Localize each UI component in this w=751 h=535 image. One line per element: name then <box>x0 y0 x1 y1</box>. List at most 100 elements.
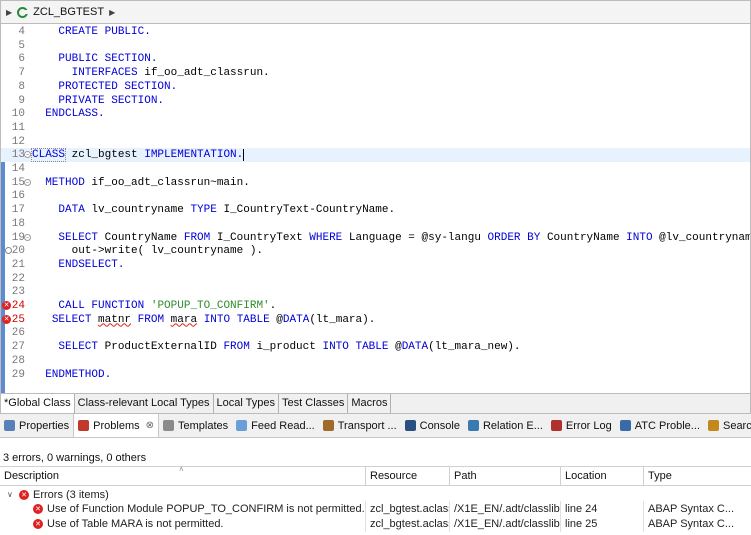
code-text: out->write( lv_countryname ). <box>32 244 263 258</box>
code-token: matnr <box>98 313 132 326</box>
view-tab[interactable]: Error Log <box>547 414 616 437</box>
table-row[interactable]: ✕ Use of Table MARA is not permitted. zc… <box>0 516 751 532</box>
code-token: ENDMETHOD. <box>45 368 112 381</box>
code-line[interactable]: 13– CLASS zcl_bgtest IMPLEMENTATION. <box>1 148 750 163</box>
problem-description: Use of Table MARA is not permitted. <box>47 518 224 530</box>
code-token: CountryName <box>540 231 627 244</box>
line-number: 23 <box>11 286 25 299</box>
breadcrumb-next-arrow-icon[interactable]: ▶ <box>109 8 115 17</box>
view-tab[interactable]: Templates <box>159 414 232 437</box>
code-line[interactable]: 29 ENDMETHOD. <box>1 368 750 382</box>
column-path[interactable]: Path <box>450 467 561 486</box>
code-token: IMPLEMENTATION. <box>144 149 245 162</box>
code-token: (lt_mara_new). <box>428 341 521 354</box>
code-line[interactable]: ✕ 25 SELECT matnr FROM mara INTO TABLE @D… <box>1 313 750 327</box>
editor-tab[interactable]: Macros <box>348 394 392 413</box>
view-tab[interactable]: Search <box>704 414 751 437</box>
code-line[interactable]: 8 PROTECTED SECTION. <box>1 80 750 94</box>
code-token: @lv_countryname. <box>659 231 751 244</box>
column-resource[interactable]: Resource <box>366 467 450 486</box>
code-token: Language = @sy-langu <box>342 231 488 244</box>
code-line[interactable]: 7 INTERFACES if_oo_adt_classrun. <box>1 66 750 80</box>
code-token: SELECT <box>51 313 92 326</box>
problem-location: line 24 <box>561 501 644 517</box>
view-tab-label: Properties <box>19 419 70 432</box>
view-tab[interactable]: Transport ... <box>319 414 401 437</box>
code-line[interactable]: 26 <box>1 326 750 340</box>
view-tab[interactable]: Problems ⊗ <box>73 414 159 437</box>
code-text: PUBLIC SECTION. <box>32 52 157 66</box>
editor-tab[interactable]: *Global Class <box>1 394 75 413</box>
view-tab[interactable]: Relation E... <box>464 414 547 437</box>
error-group-icon: ✕ <box>19 490 29 500</box>
code-editor[interactable]: 4 CREATE PUBLIC. 5 6 PUBLIC SECTION. 7 INTE… <box>0 24 751 393</box>
problems-table: ˄ Description Resource Path Location Typ… <box>0 465 751 535</box>
code-text: ENDCLASS. <box>32 107 104 121</box>
line-number: 21 <box>11 258 25 271</box>
code-token: SELECT <box>58 231 99 244</box>
fold-toggle-icon[interactable]: – <box>24 151 31 159</box>
code-line[interactable]: 16 <box>1 189 750 203</box>
line-number: 14 <box>11 163 25 175</box>
code-token: ORDER BY <box>487 231 541 244</box>
code-token: zcl_bgtest <box>65 149 145 162</box>
view-tab-label: Console <box>419 419 460 432</box>
code-line[interactable]: 23 <box>1 285 750 299</box>
line-number: 19 <box>11 231 25 244</box>
line-number: 26 <box>11 327 25 340</box>
code-line[interactable]: 17 DATA lv_countryname TYPE I_CountryTex… <box>1 203 750 217</box>
code-line[interactable]: 14 <box>1 162 750 176</box>
code-line[interactable]: 9 PRIVATE SECTION. <box>1 94 750 108</box>
code-line[interactable]: 22 <box>1 272 750 286</box>
code-line[interactable]: 10 ENDCLASS. <box>1 107 750 121</box>
table-row[interactable]: ✕ Use of Function Module POPUP_TO_CONFIR… <box>0 501 751 517</box>
fold-toggle-icon[interactable]: – <box>24 178 31 186</box>
code-line[interactable]: 11 <box>1 121 750 135</box>
code-line[interactable]: ✕ 24 CALL FUNCTION 'POPUP_TO_CONFIRM'. <box>1 299 750 313</box>
editor-tab[interactable]: Class-relevant Local Types <box>75 394 214 413</box>
code-line[interactable]: 5 <box>1 39 750 53</box>
editor-tab[interactable]: Test Classes <box>279 394 349 413</box>
code-line[interactable]: 15– METHOD if_oo_adt_classrun~main. <box>1 176 750 190</box>
view-tab[interactable]: Console <box>401 414 464 437</box>
code-line[interactable]: 20 out->write( lv_countryname ). <box>1 244 750 258</box>
view-tab[interactable]: ATC Proble... <box>616 414 704 437</box>
view-tab-label: Error Log <box>565 419 612 432</box>
code-line[interactable]: 27 SELECT ProductExternalID FROM i_produ… <box>1 340 750 354</box>
breadcrumb-expand-icon[interactable]: ▶ <box>6 8 12 17</box>
code-token: PROTECTED SECTION. <box>58 80 178 93</box>
editor-tab-bar: *Global Class Class-relevant Local Types L… <box>0 393 751 414</box>
code-line[interactable]: 4 CREATE PUBLIC. <box>1 25 750 39</box>
code-line[interactable]: 21 ENDSELECT. <box>1 258 750 272</box>
code-token: ProductExternalID <box>98 341 224 354</box>
close-tab-icon[interactable]: ⊗ <box>146 420 154 431</box>
column-type[interactable]: Type <box>644 467 751 486</box>
breadcrumb-class-name[interactable]: ZCL_BGTEST <box>33 6 104 18</box>
code-line[interactable]: 19– SELECT CountryName FROM I_CountryTex… <box>1 231 750 245</box>
code-token: I_CountryText <box>210 231 310 244</box>
code-token: ENDSELECT. <box>58 258 125 271</box>
column-description[interactable]: Description <box>0 467 366 486</box>
view-tab[interactable]: Feed Read... <box>232 414 319 437</box>
line-number: 4 <box>18 26 25 38</box>
code-line[interactable]: 12 <box>1 135 750 149</box>
view-tab[interactable]: Properties <box>0 414 73 437</box>
code-line[interactable]: 6 PUBLIC SECTION. <box>1 52 750 66</box>
fold-toggle-icon[interactable]: – <box>24 233 31 241</box>
code-line[interactable]: 18 <box>1 217 750 231</box>
line-number: 25 <box>11 313 25 326</box>
editor-tab[interactable]: Local Types <box>214 394 280 413</box>
code-line[interactable]: 28 <box>1 354 750 368</box>
column-location[interactable]: Location <box>561 467 644 486</box>
code-text: PRIVATE SECTION. <box>32 94 164 108</box>
problem-resource: zcl_bgtest.aclass <box>366 501 450 517</box>
line-number: 20 <box>11 245 25 258</box>
